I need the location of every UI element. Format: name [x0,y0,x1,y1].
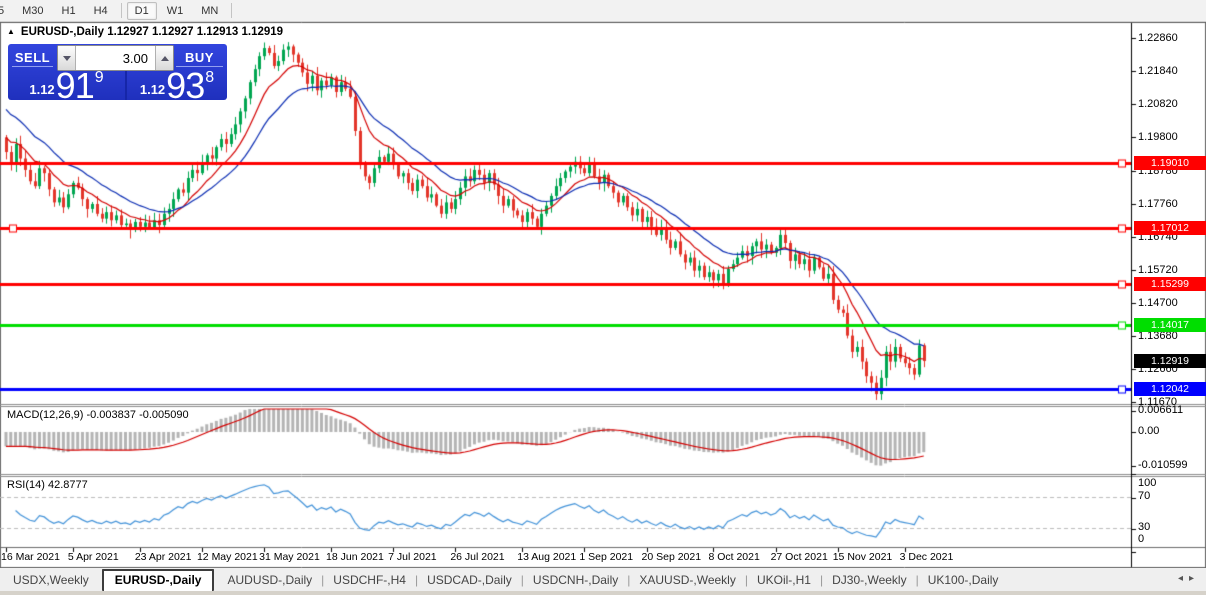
price-axis-label: 1.21840 [1138,65,1178,78]
mt4-terminal: { "toolbar": { "buttons": ["5", "M30", "… [0,0,1206,595]
buy-price-big: 93 [166,65,205,101]
timeframe-button-5[interactable]: 5 [0,2,12,20]
rsi-axis-label: 70 [1138,490,1151,502]
tab-eurusd-daily[interactable]: EURUSD-,Daily [101,568,215,591]
timeframe-toolbar: 5 M30 H1 H4 D1 W1 MN [0,0,1206,22]
buy-button-label: BUY [185,49,214,65]
triangle-down-icon [62,55,71,61]
date-axis-label: 1 Sep 2021 [579,551,634,563]
date-axis-label: 23 Apr 2021 [134,551,192,563]
tab-scroll-arrows: ◂▸ [1178,573,1200,584]
date-axis-label: 12 May 2021 [196,551,258,563]
hline-price-label: 1.17012 [1134,221,1206,235]
date-axis-label: 16 Mar 2021 [1,551,60,563]
tab-xauusd-weekly[interactable]: XAUUSD-,Weekly [626,570,748,590]
toolbar-separator [120,3,122,18]
tab-scroll-right-icon[interactable]: ▸ [1189,573,1200,584]
rsi-axis-label: 0 [1138,533,1145,545]
timeframe-button-M30[interactable]: M30 [14,2,51,20]
date-axis-label: 18 Jun 2021 [326,551,384,563]
sell-button[interactable]: SELL [8,44,57,70]
sell-underline [12,66,53,67]
date-axis-label: 31 May 2021 [259,551,320,563]
toolbar-separator [231,3,233,18]
tab-usdchf-h4[interactable]: USDCHF-,H4 [320,570,419,590]
date-axis-label: 27 Oct 2021 [770,551,828,563]
sell-price[interactable]: 1.12 91 9 [8,65,125,101]
date-axis-label: 5 Apr 2021 [67,551,119,563]
sell-button-label: SELL [14,49,51,65]
chart-tab-bar: USDX,Weekly EURUSD-,Daily AUDUSD-,Daily | US… [0,568,1206,591]
timeframe-button-H1[interactable]: H1 [54,2,84,20]
timeframe-button-MN[interactable]: MN [193,2,226,20]
tab-usdcad-daily[interactable]: USDCAD-,Daily [414,570,525,590]
buy-price-small: 1.12 [139,82,166,97]
tab-dj30-weekly[interactable]: DJ30-,Weekly [819,570,919,590]
date-axis-label: 20 Sep 2021 [641,551,702,563]
one-click-trading-panel: SELL 3.00 BUY 1.12 91 9 1.12 93 8 [8,44,227,100]
buy-price-sup: 8 [205,69,215,86]
bottom-strip [0,591,1206,595]
tab-scroll-left-icon[interactable]: ◂ [1178,573,1189,584]
hline-price-label: 1.14017 [1134,318,1206,333]
sell-price-small: 1.12 [29,82,55,97]
tab-usdcnh-daily[interactable]: USDCNH-,Daily [520,570,631,590]
tab-uk100-daily[interactable]: UK100-,Daily [915,570,1012,590]
tab-usdx-weekly[interactable]: USDX,Weekly [0,570,102,590]
timeframe-button-H4[interactable]: H4 [86,2,116,20]
sell-price-sup: 9 [94,69,104,86]
sell-price-big: 91 [55,65,95,101]
timeframe-button-W1[interactable]: W1 [159,2,192,20]
macd-label: MACD(12,26,9) -0.003837 -0.005090 [7,409,189,421]
current-price-label: 1.12919 [1134,353,1206,368]
hline-price-label: 1.15299 [1134,276,1206,291]
collapse-arrow-icon[interactable]: ▲ [7,28,15,36]
date-axis-label: 7 Jul 2021 [388,551,437,563]
price-axis-label: 1.14700 [1138,297,1178,310]
price-axis-label: 1.19800 [1138,131,1178,144]
rsi-axis-label: 100 [1138,477,1157,489]
price-axis-label: 1.17760 [1138,197,1178,210]
chart-canvas[interactable] [0,22,1206,568]
tab-audusd-daily[interactable]: AUDUSD-,Daily [214,570,325,590]
price-axis-label: 1.15720 [1138,263,1178,276]
macd-axis-label: 0.006611 [1138,403,1184,416]
date-axis-label: 3 Dec 2021 [899,551,954,563]
rsi-label: RSI(14) 42.8777 [7,479,88,491]
date-axis-label: 13 Aug 2021 [517,551,577,563]
buy-price[interactable]: 1.12 93 8 [127,65,227,101]
date-axis-label: 8 Oct 2021 [708,551,760,563]
price-axis-label: 1.20820 [1138,98,1178,111]
chart-title: EURUSD-,Daily 1.12927 1.12927 1.12913 1.… [20,26,284,38]
macd-axis-label: -0.010599 [1138,458,1188,471]
tab-ukoil-h1[interactable]: UKOil-,H1 [744,570,824,590]
hline-price-label: 1.12042 [1134,382,1206,397]
chart-title-row: ▲ EURUSD-,Daily 1.12927 1.12927 1.12913 … [7,26,283,38]
date-axis-label: 15 Nov 2021 [832,551,893,563]
timeframe-button-D1[interactable]: D1 [126,1,157,20]
macd-axis-label: 0.00 [1138,425,1160,437]
triangle-up-icon [160,55,169,61]
date-axis-label: 26 Jul 2021 [450,551,505,563]
price-axis-label: 1.22860 [1138,32,1178,44]
hline-price-label: 1.19010 [1134,156,1206,171]
rsi-axis-label: 30 [1138,521,1151,533]
